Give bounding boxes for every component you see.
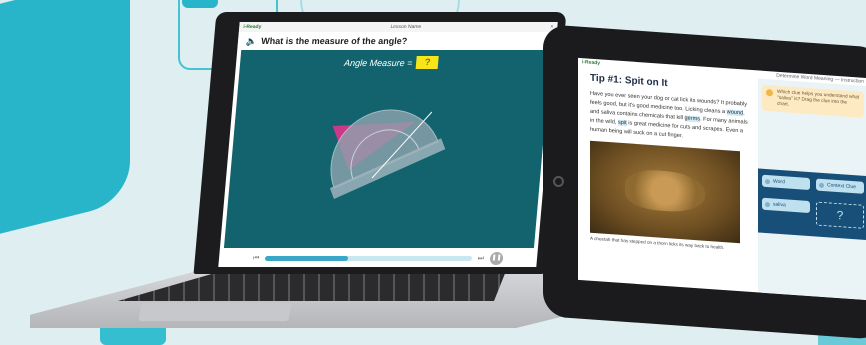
skip-back-icon[interactable]: ⏮	[253, 255, 260, 263]
chip-word[interactable]: Word	[762, 174, 810, 191]
chip-label: saliva	[773, 201, 786, 209]
app-logo: i-Ready	[243, 24, 262, 30]
hint-card: Which clue helps you understand what "sa…	[762, 84, 864, 118]
lesson-name: Lesson Name	[390, 24, 422, 30]
chip-icon	[765, 178, 770, 184]
activity-panel: Which clue helps you understand what "sa…	[758, 78, 866, 301]
hint-icon	[766, 89, 773, 97]
media-player: ⏮ ⏭ ❚❚	[222, 250, 533, 267]
home-button[interactable]	[553, 176, 564, 187]
laptop-screen: i-Ready Lesson Name × 🔈 What is the meas…	[218, 22, 558, 267]
word-wound[interactable]: wound	[726, 109, 744, 117]
protractor-illustration	[329, 109, 446, 199]
decor-tab	[182, 0, 218, 8]
laptop-trackpad	[138, 303, 292, 321]
article-body: Have you ever seen your dog or cat lick …	[590, 90, 752, 146]
tablet-logo: i-Ready	[582, 59, 601, 67]
chip-label: Context Clue	[827, 182, 856, 191]
speaker-icon[interactable]: 🔈	[246, 36, 258, 47]
cheetah-photo	[590, 140, 740, 244]
question-text: What is the measure of the angle?	[260, 36, 408, 46]
drag-chart: Word Context Clue saliva ?	[758, 168, 866, 241]
progress-track[interactable]	[265, 256, 472, 261]
question-bar: 🔈 What is the measure of the angle?	[237, 32, 557, 50]
pause-icon[interactable]: ❚❚	[489, 252, 504, 265]
chip-label: Word	[773, 178, 785, 186]
article: Tip #1: Spit on It Have you ever seen yo…	[590, 73, 752, 253]
drop-slot[interactable]: ?	[816, 201, 864, 229]
chip-icon	[819, 182, 824, 188]
chip-saliva[interactable]: saliva	[762, 197, 810, 214]
cheetah-shape	[625, 168, 705, 214]
word-germs[interactable]: germs	[684, 115, 701, 123]
chip-context-clue[interactable]: Context Clue	[816, 178, 864, 194]
hint-text: Which clue helps you understand what "sa…	[777, 89, 860, 108]
word-spit[interactable]: spit	[617, 119, 627, 127]
skip-forward-icon[interactable]: ⏭	[477, 255, 484, 263]
lesson-title-bar: i-Ready Lesson Name ×	[238, 22, 558, 32]
chip-icon	[765, 201, 770, 207]
progress-fill	[265, 256, 349, 261]
laptop-keyboard	[118, 271, 506, 301]
decor-shape-left	[0, 0, 130, 239]
tablet-screen: i-Ready Determine Word Meaning — Instruc…	[578, 57, 866, 301]
activity-stage: Angle Measure = ?	[223, 50, 552, 248]
